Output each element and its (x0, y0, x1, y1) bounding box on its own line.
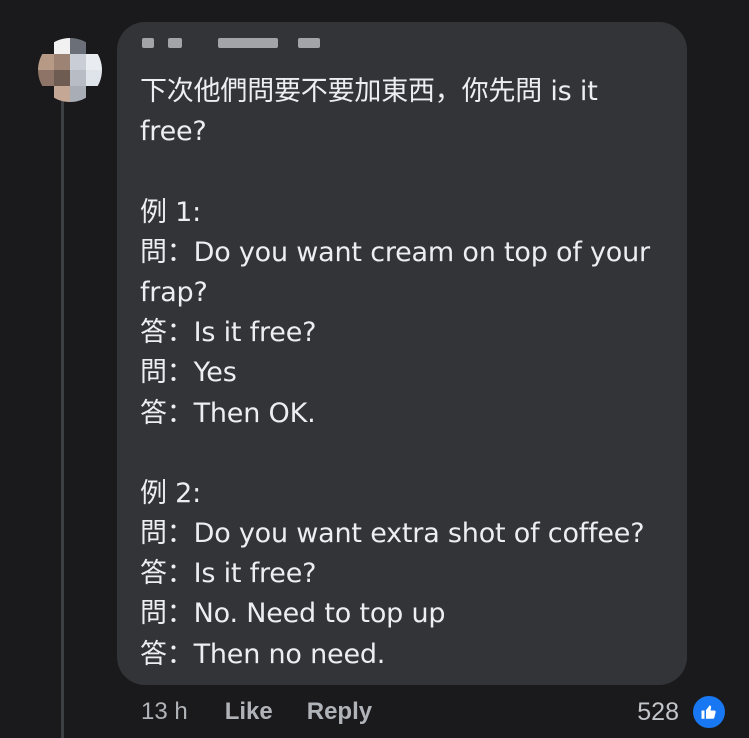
comment-text: 下次他們問要不要加東西，你先問 is it free? 例 1: 問：Do you w… (140, 72, 680, 675)
comment-line: frap? (140, 276, 208, 308)
comment-line: 答：Is it free? (140, 558, 317, 590)
comment-line: 問：Do you want cream on top of your (140, 236, 650, 268)
reaction-count: 528 (637, 697, 679, 726)
comment-line: 問：Do you want extra shot of coffee? (140, 518, 645, 550)
reaction-summary[interactable]: 528 (637, 694, 727, 730)
comment-line (140, 152, 680, 192)
comment-line: 例 2: (140, 477, 202, 509)
comment-actions: 13 h Like Reply (141, 694, 406, 730)
author-name-redacted[interactable] (138, 28, 338, 52)
thread-line (61, 98, 64, 738)
reply-button[interactable]: Reply (307, 698, 372, 726)
comment-line: 答：Is it free? (140, 317, 317, 349)
timestamp[interactable]: 13 h (141, 698, 188, 726)
comment-line: 答：Then OK. (140, 397, 316, 429)
comment-line: 例 1: (140, 196, 202, 228)
comment-line: 答：Then no need. (140, 638, 386, 670)
comment-line: 下次他們問要不要加東西，你先問 is it (140, 76, 598, 107)
comment-line: 問：Yes (140, 357, 237, 389)
comment-line (140, 434, 680, 474)
like-button[interactable]: Like (225, 698, 273, 726)
comment-line: 問：No. Need to top up (140, 598, 446, 630)
avatar[interactable] (38, 38, 102, 102)
comment-line: free? (140, 116, 207, 148)
thumbs-up-icon (691, 694, 727, 730)
